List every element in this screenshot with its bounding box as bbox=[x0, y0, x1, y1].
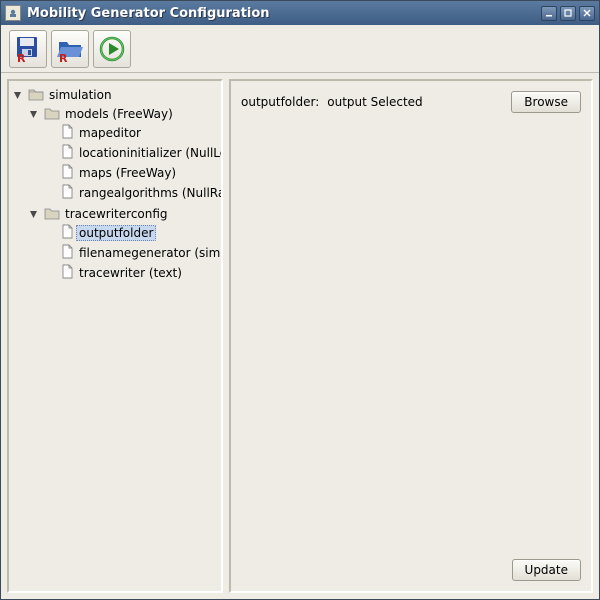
maximize-button[interactable] bbox=[560, 6, 576, 21]
outputfolder-field-row: outputfolder: output Selected Browse bbox=[241, 91, 581, 113]
tree-node-simulation[interactable]: simulation bbox=[13, 85, 219, 285]
file-icon bbox=[60, 144, 74, 162]
open-r-button[interactable]: R bbox=[51, 30, 89, 68]
save-r-label: R bbox=[17, 52, 26, 63]
tree-node-locationinitializer[interactable]: locationinitializer (NullLocationInitial… bbox=[45, 143, 219, 163]
tree-node-models[interactable]: models (FreeWay) bbox=[29, 104, 219, 204]
tree-label: tracewriter (text) bbox=[76, 265, 185, 281]
save-r-button[interactable]: R bbox=[9, 30, 47, 68]
tree-label: mapeditor bbox=[76, 125, 144, 141]
file-icon bbox=[60, 184, 74, 202]
body-split: simulation bbox=[1, 73, 599, 599]
tree-node-tracewriterconfig[interactable]: tracewriterconfig bbox=[29, 204, 219, 284]
collapse-icon[interactable] bbox=[13, 91, 22, 100]
tree-node-rangealgorithms[interactable]: rangealgorithms (NullRangeAlgorithm) bbox=[45, 183, 219, 203]
application-window: Mobility Generator Configuration R bbox=[0, 0, 600, 600]
tree-label: locationinitializer (NullLocationInitial… bbox=[76, 145, 223, 161]
toolbar: R R bbox=[1, 25, 599, 73]
tree-node-filenamegenerator[interactable]: filenamegenerator (simpleFilenameGenerat… bbox=[45, 243, 219, 263]
tree-label: rangealgorithms (NullRangeAlgorithm) bbox=[76, 185, 223, 201]
folder-open-icon bbox=[44, 106, 60, 123]
file-icon bbox=[60, 164, 74, 182]
config-tree[interactable]: simulation bbox=[11, 85, 219, 285]
collapse-icon[interactable] bbox=[29, 210, 38, 219]
file-icon bbox=[60, 224, 74, 242]
window-buttons bbox=[541, 6, 595, 21]
minimize-button[interactable] bbox=[541, 6, 557, 21]
bottom-bar: Update bbox=[241, 559, 581, 581]
close-button[interactable] bbox=[579, 6, 595, 21]
tree-node-tracewriter[interactable]: tracewriter (text) bbox=[45, 263, 219, 283]
tree-node-outputfolder[interactable]: outputfolder bbox=[45, 223, 219, 243]
update-button[interactable]: Update bbox=[512, 559, 581, 581]
tree-panel: simulation bbox=[7, 79, 223, 593]
tree-label-selected: outputfolder bbox=[76, 225, 156, 241]
tree-label: models (FreeWay) bbox=[62, 106, 176, 122]
titlebar: Mobility Generator Configuration bbox=[1, 1, 599, 25]
file-icon bbox=[60, 244, 74, 262]
browse-button[interactable]: Browse bbox=[511, 91, 581, 113]
folder-open-icon bbox=[28, 87, 44, 104]
tree-label: maps (FreeWay) bbox=[76, 165, 179, 181]
file-icon bbox=[60, 124, 74, 142]
file-icon bbox=[60, 264, 74, 282]
tree-label: tracewriterconfig bbox=[62, 206, 171, 222]
field-value: output Selected bbox=[327, 95, 422, 109]
open-r-label: R bbox=[59, 52, 68, 63]
collapse-icon[interactable] bbox=[29, 110, 38, 119]
play-button[interactable] bbox=[93, 30, 131, 68]
tree-label: simulation bbox=[46, 87, 115, 103]
app-icon bbox=[5, 5, 21, 21]
field-label: outputfolder: bbox=[241, 95, 319, 109]
tree-node-mapeditor[interactable]: mapeditor bbox=[45, 123, 219, 143]
tree-node-maps[interactable]: maps (FreeWay) bbox=[45, 163, 219, 183]
detail-panel: outputfolder: output Selected Browse Upd… bbox=[229, 79, 593, 593]
window-title: Mobility Generator Configuration bbox=[27, 6, 541, 21]
folder-open-icon bbox=[44, 206, 60, 223]
tree-label: filenamegenerator (simpleFilenameGenerat… bbox=[76, 245, 223, 261]
